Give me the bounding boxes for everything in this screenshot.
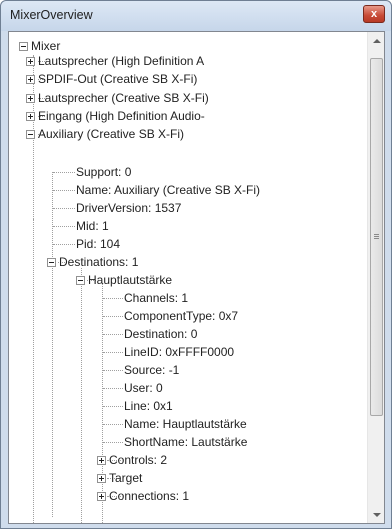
expand-icon[interactable] <box>26 74 35 84</box>
vertical-scrollbar[interactable] <box>367 32 384 523</box>
tree-connector <box>103 334 123 335</box>
mixer-tree[interactable]: Mixer Lautsprecher (High Definition A SP… <box>9 32 367 523</box>
tree-node-label: Support: 0 <box>76 165 132 179</box>
mixer-overview-window: MixerOverview x Mixer Lautsprecher (High… <box>0 0 392 529</box>
expand-icon[interactable] <box>26 93 35 103</box>
tree-node-label: Auxiliary (Creative SB X-Fi) <box>38 127 185 141</box>
tree-connector <box>103 370 123 371</box>
tree-node-label: Source: -1 <box>124 363 180 377</box>
tree-node-property[interactable]: Pid: 104 <box>73 235 120 253</box>
tree-node-label: Hauptlautstärke <box>88 273 173 287</box>
tree-node-property[interactable]: LineID: 0xFFFF0000 <box>121 343 234 361</box>
tree-connector <box>53 208 75 209</box>
tree-node-label: Target <box>109 471 143 485</box>
tree-node-target[interactable]: Target <box>97 469 142 487</box>
arrow-up-icon <box>372 38 381 43</box>
collapse-icon[interactable] <box>76 275 85 285</box>
tree-node-label: Name: Hauptlautstärke <box>124 417 247 431</box>
grip-icon <box>374 236 379 237</box>
tree-node-property[interactable]: ShortName: Lautstärke <box>121 433 247 451</box>
tree-node-label: Line: 0x1 <box>124 399 173 413</box>
tree-node-label: Connections: 1 <box>109 489 190 503</box>
tree-node-property[interactable]: Support: 0 <box>73 163 131 181</box>
tree-node-label: Pid: 104 <box>76 237 121 251</box>
close-button[interactable]: x <box>363 5 385 23</box>
tree-node-property[interactable]: DriverVersion: 1537 <box>73 199 181 217</box>
tree-node-label: Controls: 2 <box>109 453 168 467</box>
tree-node-connections[interactable]: Connections: 1 <box>97 487 189 505</box>
expand-icon[interactable] <box>97 491 106 501</box>
tree-connector <box>103 316 123 317</box>
tree-node-property[interactable]: Mid: 1 <box>73 217 109 235</box>
tree-node-destination[interactable]: Hauptlautstärke <box>76 271 172 289</box>
tree-connector <box>103 424 123 425</box>
tree-connector <box>103 406 123 407</box>
tree-node-label: ShortName: Lautstärke <box>124 435 248 449</box>
window-title: MixerOverview <box>10 8 93 22</box>
tree-node-property[interactable]: Line: 0x1 <box>121 397 173 415</box>
tree-node-destinations[interactable]: Destinations: 1 <box>47 253 138 271</box>
tree-connector <box>81 268 82 523</box>
tree-connector <box>33 219 34 523</box>
tree-node-device[interactable]: Lautsprecher (High Definition A <box>26 52 204 70</box>
tree-node-device[interactable]: Eingang (High Definition Audio- <box>26 107 205 125</box>
tree-node-property[interactable]: Channels: 1 <box>121 289 188 307</box>
tree-node-device[interactable]: SPDIF-Out (Creative SB X-Fi) <box>26 70 197 88</box>
tree-node-label: Destinations: 1 <box>59 255 139 269</box>
close-icon: x <box>370 7 378 20</box>
tree-node-controls[interactable]: Controls: 2 <box>97 451 167 469</box>
tree-view-container: Mixer Lautsprecher (High Definition A SP… <box>8 31 385 524</box>
tree-node-property[interactable]: Destination: 0 <box>121 325 197 343</box>
tree-connector <box>52 172 53 517</box>
tree-node-property[interactable]: Name: Hauptlautstärke <box>121 415 247 433</box>
collapse-icon[interactable] <box>19 41 28 51</box>
tree-node-label: Mid: 1 <box>76 219 109 233</box>
tree-connector <box>53 190 75 191</box>
tree-connector <box>103 352 123 353</box>
scroll-up-button[interactable] <box>368 32 385 49</box>
tree-node-label: SPDIF-Out (Creative SB X-Fi) <box>38 72 198 86</box>
tree-node-label: Name: Auxiliary (Creative SB X-Fi) <box>76 183 261 197</box>
collapse-icon[interactable] <box>26 129 35 139</box>
title-bar[interactable]: MixerOverview x <box>1 1 391 31</box>
tree-node-label: LineID: 0xFFFF0000 <box>124 345 235 359</box>
collapse-icon[interactable] <box>47 257 56 267</box>
scrollbar-thumb[interactable] <box>370 58 383 416</box>
grip-icon <box>374 234 379 235</box>
expand-icon[interactable] <box>97 455 106 465</box>
scroll-down-button[interactable] <box>368 506 385 523</box>
tree-connector <box>53 172 75 173</box>
tree-node-property[interactable]: User: 0 <box>121 379 163 397</box>
tree-node-property[interactable]: Name: Auxiliary (Creative SB X-Fi) <box>73 181 260 199</box>
tree-connector <box>53 226 75 227</box>
expand-icon[interactable] <box>97 473 106 483</box>
tree-node-device[interactable]: Lautsprecher (Creative SB X-Fi) <box>26 89 209 107</box>
tree-node-label: DriverVersion: 1537 <box>76 201 182 215</box>
tree-node-label: Eingang (High Definition Audio- <box>38 109 205 123</box>
tree-node-device[interactable]: Auxiliary (Creative SB X-Fi) <box>26 125 184 143</box>
tree-connector <box>103 388 123 389</box>
expand-icon[interactable] <box>26 111 35 121</box>
tree-node-label: Destination: 0 <box>124 327 198 341</box>
arrow-down-icon <box>372 512 381 517</box>
tree-node-label: User: 0 <box>124 381 163 395</box>
tree-node-label: Lautsprecher (High Definition A <box>38 54 205 68</box>
tree-node-label: Lautsprecher (Creative SB X-Fi) <box>38 91 209 105</box>
tree-node-property[interactable]: ComponentType: 0x7 <box>121 307 238 325</box>
expand-icon[interactable] <box>26 56 35 66</box>
tree-node-label: Channels: 1 <box>124 291 189 305</box>
tree-connector <box>103 298 123 299</box>
tree-connector <box>53 244 75 245</box>
tree-node-label: ComponentType: 0x7 <box>124 309 239 323</box>
grip-icon <box>374 238 379 239</box>
tree-node-property[interactable]: Source: -1 <box>121 361 179 379</box>
tree-connector <box>103 442 123 443</box>
